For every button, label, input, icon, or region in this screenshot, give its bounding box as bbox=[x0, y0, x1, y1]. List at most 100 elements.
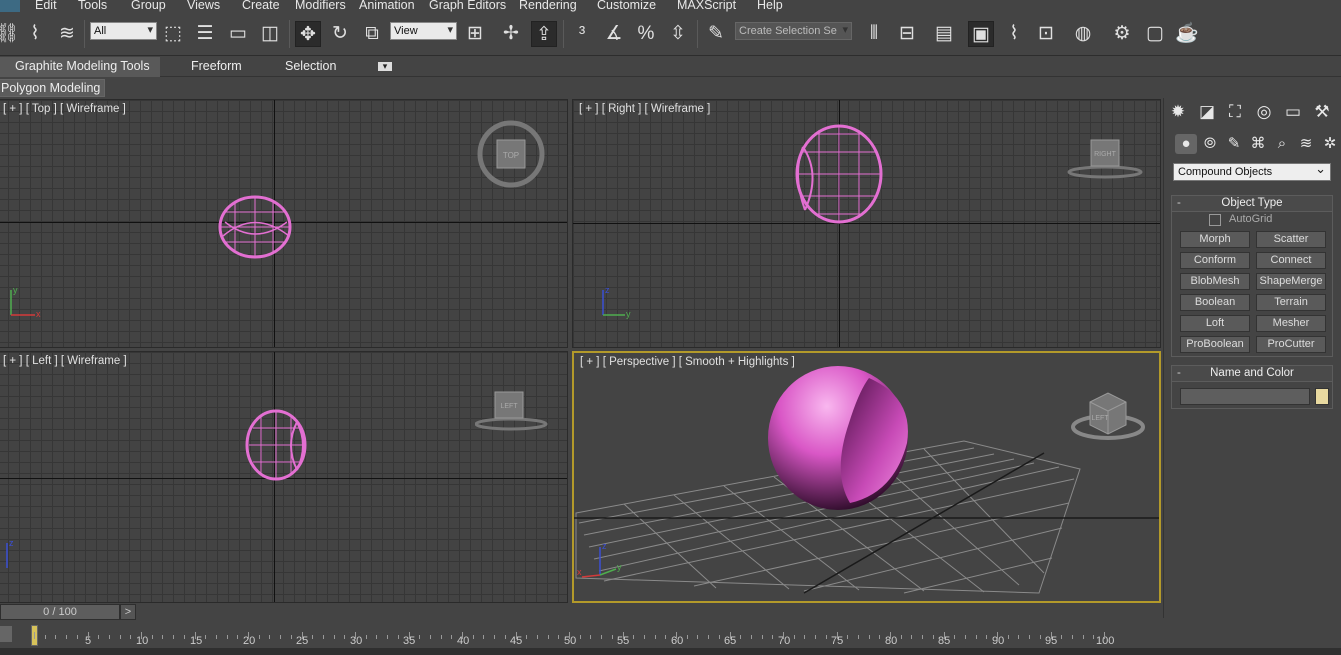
percent-snap-icon[interactable]: % bbox=[633, 21, 659, 47]
render-setup-icon[interactable]: ⚙ bbox=[1109, 21, 1135, 47]
viewcube-left[interactable]: LEFT bbox=[475, 390, 555, 432]
app-logo[interactable] bbox=[0, 0, 20, 12]
mesher-button[interactable]: Mesher bbox=[1256, 315, 1326, 332]
time-slider[interactable]: 0 / 100 bbox=[0, 604, 120, 620]
object-name-field[interactable] bbox=[1180, 388, 1310, 405]
helpers-icon[interactable]: ⌕ bbox=[1271, 134, 1293, 154]
material-editor-icon[interactable]: ◍ bbox=[1070, 21, 1096, 47]
tab-selection[interactable]: Selection bbox=[285, 57, 336, 77]
viewport-top[interactable]: [ + ] [ Top ] [ Wireframe ] TOP y x bbox=[0, 99, 568, 348]
tab-freeform[interactable]: Freeform bbox=[191, 57, 242, 77]
menu-edit[interactable]: Edit bbox=[35, 0, 57, 12]
select-object-icon[interactable]: ⬚ bbox=[160, 21, 186, 47]
viewport-perspective[interactable]: [ + ] [ Perspective ] [ Smooth + Highlig… bbox=[572, 351, 1161, 603]
motion-tab-icon[interactable]: ◎ bbox=[1252, 100, 1276, 124]
curve-editor-icon[interactable]: ⌇ bbox=[1001, 21, 1027, 47]
geometry-icon[interactable]: ● bbox=[1175, 134, 1197, 154]
menu-create[interactable]: Create bbox=[242, 0, 280, 12]
menu-animation[interactable]: Animation bbox=[359, 0, 415, 12]
menu-graph-editors[interactable]: Graph Editors bbox=[429, 0, 506, 12]
autogrid-checkbox[interactable] bbox=[1209, 214, 1221, 226]
track-bar-toggle-icon[interactable] bbox=[0, 626, 12, 642]
viewport-right-label[interactable]: [ + ] [ Right ] [ Wireframe ] bbox=[579, 103, 710, 115]
menu-help[interactable]: Help bbox=[757, 0, 783, 12]
viewcube-right[interactable]: RIGHT bbox=[1067, 138, 1147, 180]
shapes-icon[interactable]: ⦾ bbox=[1199, 134, 1221, 154]
object-type-rollout: - Object Type AutoGrid Morph Scatter Conf… bbox=[1171, 195, 1333, 357]
viewport-right[interactable]: [ + ] [ Right ] [ Wireframe ] RIGHT z y bbox=[572, 99, 1161, 348]
hierarchy-tab-icon[interactable]: ⛶ bbox=[1223, 100, 1247, 124]
menu-modifiers[interactable]: Modifiers bbox=[295, 0, 346, 12]
conform-button[interactable]: Conform bbox=[1180, 252, 1250, 269]
ribbon-options-icon[interactable]: ▾ bbox=[378, 62, 392, 71]
schematic-view-icon[interactable]: ⊡ bbox=[1033, 21, 1059, 47]
named-selection-dropdown[interactable]: Create Selection Se bbox=[735, 22, 852, 40]
next-frame-button[interactable]: > bbox=[120, 604, 136, 620]
morph-button[interactable]: Morph bbox=[1180, 231, 1250, 248]
display-tab-icon[interactable]: ▭ bbox=[1281, 100, 1305, 124]
cameras-icon[interactable]: ⌘ bbox=[1247, 134, 1269, 154]
select-by-name-icon[interactable]: ☰ bbox=[192, 21, 218, 47]
procutter-button[interactable]: ProCutter bbox=[1256, 336, 1326, 353]
lights-icon[interactable]: ✎ bbox=[1223, 134, 1245, 154]
render-icon[interactable]: ☕ bbox=[1174, 21, 1200, 47]
mirror-icon[interactable]: ⫴ bbox=[861, 21, 887, 47]
scene-explorer-icon[interactable]: ▣ bbox=[968, 21, 994, 47]
category-dropdown[interactable]: Compound Objects bbox=[1173, 162, 1331, 181]
shapemerge-button[interactable]: ShapeMerge bbox=[1256, 273, 1326, 290]
viewport-left-label[interactable]: [ + ] [ Left ] [ Wireframe ] bbox=[3, 355, 127, 367]
select-rotate-icon[interactable]: ↻ bbox=[327, 21, 353, 47]
keyboard-shortcut-override-icon[interactable]: ⇪ bbox=[531, 21, 557, 47]
spinner-snap-icon[interactable]: ⇳ bbox=[665, 21, 691, 47]
space-warps-icon[interactable]: ≋ bbox=[1295, 134, 1317, 154]
proboolean-button[interactable]: ProBoolean bbox=[1180, 336, 1250, 353]
snap-3d-icon[interactable]: ³ bbox=[569, 21, 595, 47]
viewcube-top[interactable]: TOP bbox=[477, 120, 547, 190]
viewport-top-label[interactable]: [ + ] [ Top ] [ Wireframe ] bbox=[3, 103, 126, 115]
selection-filter-dropdown[interactable]: All bbox=[90, 22, 157, 40]
layer-manager-icon[interactable]: ▤ bbox=[931, 21, 957, 47]
bind-space-warp-icon[interactable]: ≋ bbox=[54, 21, 80, 47]
menu-views[interactable]: Views bbox=[187, 0, 220, 12]
object-color-swatch[interactable] bbox=[1315, 388, 1329, 405]
rect-region-icon[interactable]: ▭ bbox=[225, 21, 251, 47]
scatter-button[interactable]: Scatter bbox=[1256, 231, 1326, 248]
wireframe-sphere-top[interactable] bbox=[215, 194, 295, 260]
tab-graphite-modeling-tools[interactable]: Graphite Modeling Tools bbox=[0, 57, 160, 77]
terrain-button[interactable]: Terrain bbox=[1256, 294, 1326, 311]
viewcube-perspective[interactable]: LEFT bbox=[1070, 387, 1150, 445]
select-scale-icon[interactable]: ⧉ bbox=[359, 21, 385, 47]
link-icon[interactable]: ⛓ bbox=[0, 21, 20, 47]
systems-icon[interactable]: ✲ bbox=[1319, 134, 1341, 154]
menu-tools[interactable]: Tools bbox=[78, 0, 107, 12]
boolean-button[interactable]: Boolean bbox=[1180, 294, 1250, 311]
connect-button[interactable]: Connect bbox=[1256, 252, 1326, 269]
manipulate-icon[interactable]: ✢ bbox=[498, 21, 524, 47]
window-crossing-icon[interactable]: ◫ bbox=[257, 21, 283, 47]
utilities-tab-icon[interactable]: ⚒ bbox=[1310, 100, 1334, 124]
pivot-icon[interactable]: ⊞ bbox=[462, 21, 488, 47]
object-type-header[interactable]: - Object Type bbox=[1172, 196, 1332, 212]
timeline-ruler[interactable]: 5 10 15 20 25 30 35 40 45 50 55 60 65 70… bbox=[0, 622, 1163, 648]
polygon-modeling-panel[interactable]: Polygon Modeling bbox=[0, 79, 106, 97]
viewport-left[interactable]: [ + ] [ Left ] [ Wireframe ] LEFT z bbox=[0, 351, 568, 603]
menu-maxscript[interactable]: MAXScript bbox=[677, 0, 736, 12]
menu-group[interactable]: Group bbox=[131, 0, 166, 12]
reference-coord-dropdown[interactable]: View bbox=[390, 22, 457, 40]
menu-customize[interactable]: Customize bbox=[597, 0, 656, 12]
menu-rendering[interactable]: Rendering bbox=[519, 0, 577, 12]
edit-named-selection-icon[interactable]: ✎ bbox=[703, 21, 729, 47]
create-tab-icon[interactable]: ✹ bbox=[1166, 100, 1190, 124]
align-icon[interactable]: ⊟ bbox=[894, 21, 920, 47]
sphere-object[interactable] bbox=[768, 366, 908, 510]
unlink-icon[interactable]: ⌇ bbox=[22, 21, 48, 47]
wireframe-sphere-right[interactable] bbox=[789, 122, 885, 226]
loft-button[interactable]: Loft bbox=[1180, 315, 1250, 332]
modify-tab-icon[interactable]: ◪ bbox=[1195, 100, 1219, 124]
blobmesh-button[interactable]: BlobMesh bbox=[1180, 273, 1250, 290]
angle-snap-icon[interactable]: ∡ bbox=[601, 21, 627, 47]
wireframe-sphere-left[interactable] bbox=[245, 408, 311, 482]
name-and-color-header[interactable]: - Name and Color bbox=[1172, 366, 1332, 382]
select-move-icon[interactable]: ✥ bbox=[295, 21, 321, 47]
rendered-frame-icon[interactable]: ▢ bbox=[1142, 21, 1168, 47]
